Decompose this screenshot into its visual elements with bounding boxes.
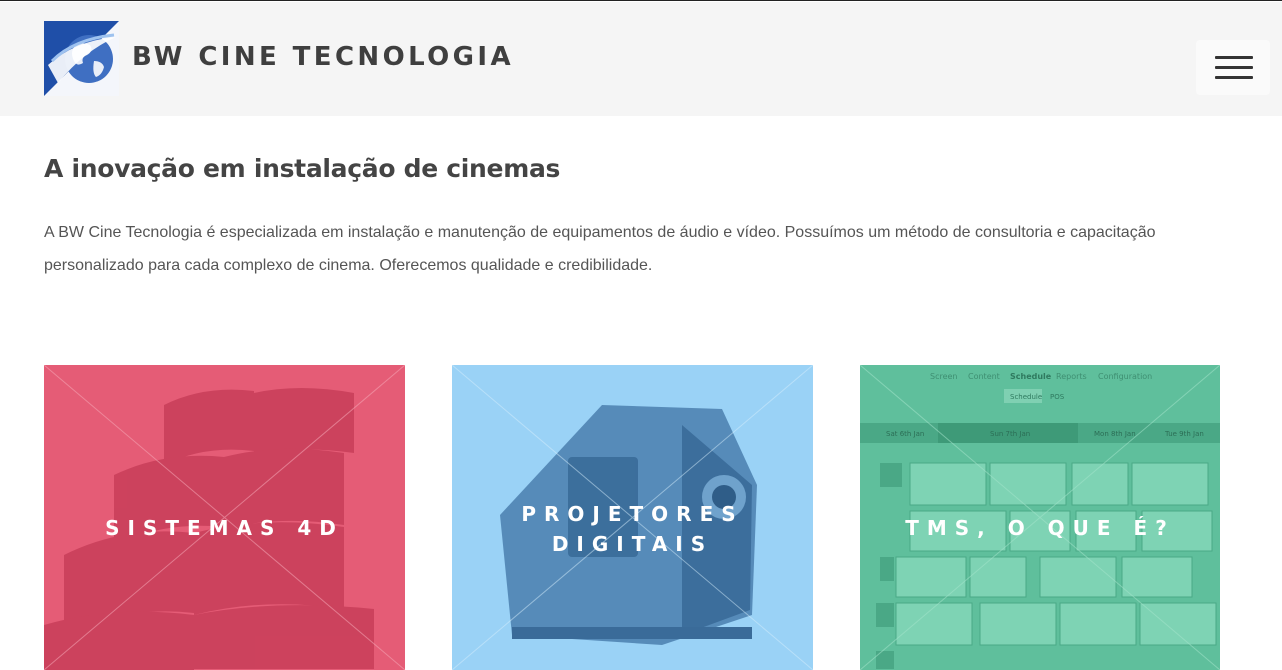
card-label: SISTEMAS 4D (105, 516, 344, 540)
globe-logo-icon[interactable] (44, 21, 119, 96)
intro-paragraph: A BW Cine Tecnologia é especializada em … (44, 224, 1156, 274)
card-label-line1: PROJETORES (521, 502, 744, 526)
card-sistemas-4d[interactable]: SISTEMAS 4D (44, 365, 405, 670)
site-header: BW CINE TECNOLOGIA (0, 2, 1282, 116)
svg-text:Configuration: Configuration (1098, 372, 1152, 381)
card-label: TMS, O QUE É? (905, 516, 1175, 540)
svg-text:Schedule: Schedule (1010, 372, 1052, 381)
card-tms[interactable]: Screen Content Schedule Reports Configur… (860, 365, 1220, 670)
svg-text:Tue 9th Jan: Tue 9th Jan (1164, 430, 1204, 438)
svg-text:Mon 8th Jan: Mon 8th Jan (1094, 430, 1136, 438)
svg-text:POS: POS (1050, 393, 1065, 401)
card-projetores-digitais[interactable]: PROJETORES DIGITAIS (452, 365, 813, 670)
svg-text:Content: Content (968, 372, 1000, 381)
card-label-line2: DIGITAIS (551, 532, 714, 556)
tms-tab: Screen (930, 372, 958, 381)
page-heading: A inovação em instalação de cinemas (44, 154, 561, 183)
svg-text:Sun 7th Jan: Sun 7th Jan (990, 430, 1030, 438)
svg-text:Sat 6th Jan: Sat 6th Jan (886, 430, 924, 438)
svg-text:Reports: Reports (1056, 372, 1087, 381)
site-title[interactable]: BW CINE TECNOLOGIA (132, 42, 514, 72)
hamburger-menu-button[interactable] (1196, 40, 1270, 95)
svg-text:Schedule: Schedule (1010, 393, 1042, 401)
hamburger-menu-icon (1215, 56, 1253, 59)
